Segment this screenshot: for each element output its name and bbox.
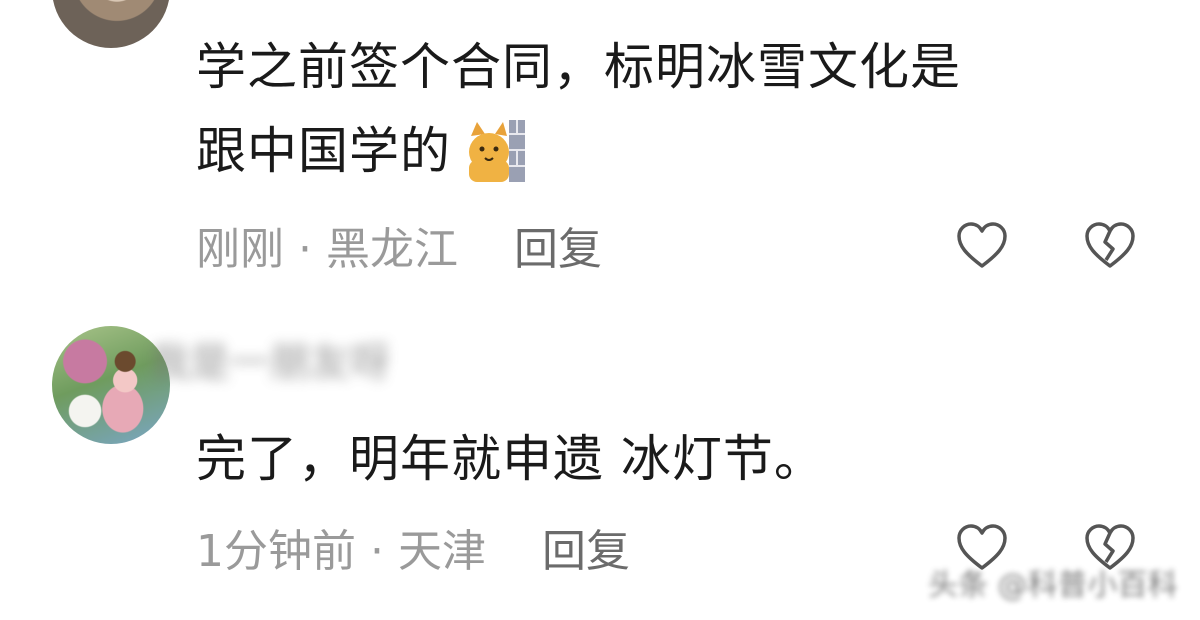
comment-meta: 刚刚 · 黑龙江 回复 [196, 220, 602, 280]
reply-button[interactable]: 回复 [514, 220, 602, 280]
comment-time: 1分钟前 [196, 526, 356, 577]
meta-separator: · [370, 526, 384, 577]
comment-text-line-2-content: 跟中国学的 [196, 122, 451, 180]
reply-button[interactable]: 回复 [542, 522, 630, 582]
comment-location: 黑龙江 [326, 224, 458, 275]
comment-meta: 1分钟前 · 天津 回复 [196, 522, 630, 582]
cat-peeking-wall-icon [465, 118, 527, 184]
broken-heart-icon[interactable] [1084, 222, 1136, 270]
comment-location: 天津 [398, 526, 486, 577]
comment-text-line-1: 学之前签个合同，标明冰雪文化是 [196, 38, 961, 96]
heart-icon[interactable] [956, 222, 1008, 270]
username[interactable]: 我是一朋友呀 [150, 336, 690, 390]
watermark: 头条 @科普小百科 [928, 568, 1178, 603]
comment-time: 刚刚 [196, 224, 284, 275]
comment-text-line-2: 跟中国学的 [196, 116, 527, 186]
meta-separator: · [298, 224, 312, 275]
comment-text: 完了，明年就申遗 冰灯节。 [196, 430, 825, 488]
broken-heart-icon[interactable] [1084, 524, 1136, 572]
heart-icon[interactable] [956, 524, 1008, 572]
avatar[interactable] [52, 0, 170, 48]
